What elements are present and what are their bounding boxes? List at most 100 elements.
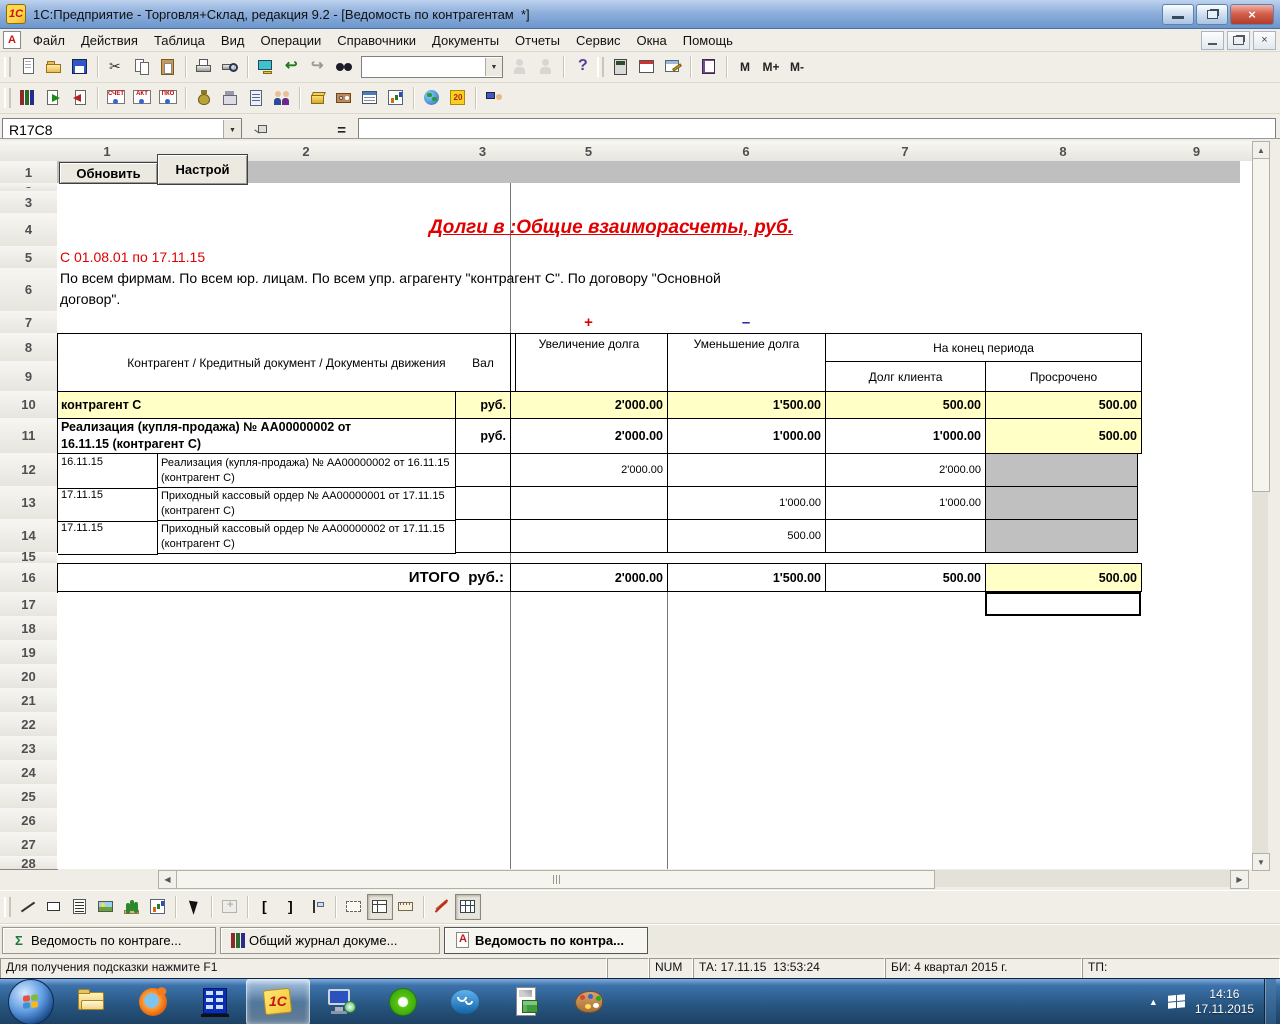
row-header-25[interactable]: 25 [0,784,58,809]
taskbar-calc[interactable] [496,980,558,1024]
row-header-22[interactable]: 22 [0,712,58,737]
monitor-button[interactable] [253,54,279,80]
doc-name-cell[interactable]: Реализация (купля-продажа) № АА00000002 … [58,419,456,454]
doc-increase-cell[interactable]: 2'000.00 [511,419,668,454]
show-grid-button[interactable] [455,894,481,920]
incoming-doc-button[interactable] [41,85,67,111]
table-section-button[interactable] [217,894,243,920]
total-label-cell[interactable]: ИТОГО руб.: [58,564,511,592]
dotted-grid-button[interactable] [341,894,367,920]
group-increase-cell[interactable]: 2'000.00 [511,392,668,419]
cut-button[interactable] [103,54,129,80]
toolbar-grip[interactable] [4,57,11,77]
row-header-13[interactable]: 13 [0,486,58,520]
redo-button[interactable] [305,54,331,80]
selected-cell[interactable] [985,592,1141,616]
window-tab-1[interactable]: Ведомость по контраге... [2,927,216,954]
cellref-dropdown-button[interactable]: ▼ [223,120,241,140]
movement-decrease-cell[interactable] [668,454,826,487]
row-header-20[interactable]: 20 [0,664,58,689]
memory-plus-button[interactable]: М+ [758,54,784,80]
plus-sign[interactable]: + [510,311,667,333]
row-header-4[interactable]: 4 [0,213,58,247]
outgoing-doc-button[interactable] [67,85,93,111]
header-decrease-cell[interactable]: Уменьшение долга [668,334,826,392]
taskbar-1c-active[interactable]: 1С [246,979,310,1024]
taskbar-remote-desktop[interactable] [310,980,372,1024]
col-header-8[interactable]: 8 [985,141,1142,162]
insert-chart-button[interactable] [145,894,171,920]
menu-view[interactable]: Вид [213,31,253,50]
invoice-button[interactable]: СЧЕТ [103,85,129,111]
row-header-23[interactable]: 23 [0,736,58,761]
find-prev-button[interactable] [533,54,559,80]
search-combobox[interactable]: ▼ [361,56,503,78]
report-title[interactable]: Долги в :Общие взаиморасчеты, руб. [429,217,793,239]
movement-doc-cell[interactable]: Приходный кассовый ордер № АА00000001 от… [158,487,456,521]
memory-minus-button[interactable]: М- [784,54,810,80]
taskbar-icq[interactable] [372,980,434,1024]
movement-currency-cell[interactable] [456,520,511,553]
scroll-up-button[interactable]: ▲ [1252,141,1270,159]
menu-reports[interactable]: Отчеты [507,31,568,50]
memory-button[interactable]: М [732,54,758,80]
movement-date-cell[interactable]: 17.11.15 [58,520,158,555]
total-decrease-cell[interactable]: 1'500.00 [668,564,826,592]
child-restore-button[interactable] [1227,31,1250,50]
taskbar-explorer[interactable] [60,980,122,1024]
row-header-1[interactable]: 1 [0,161,58,184]
minus-sign[interactable]: – [667,311,825,333]
bracket-open-button[interactable]: [ [253,894,279,920]
taskbar-clock[interactable]: 14:16 17.11.2015 [1195,987,1254,1017]
internet-button[interactable] [419,85,445,111]
child-close-button[interactable]: × [1253,31,1276,50]
scroll-down-button[interactable]: ▼ [1252,853,1270,871]
bracket-close-button[interactable]: ] [279,894,305,920]
report-filters-line2[interactable]: договор". [60,291,120,307]
show-desktop-button[interactable] [1264,979,1276,1024]
col-header-1[interactable]: 1 [57,141,158,162]
journals-button[interactable] [15,85,41,111]
new-document-button[interactable] [15,54,41,80]
row-header-24[interactable]: 24 [0,760,58,785]
calendar20-button[interactable]: 20 [445,85,471,111]
toolbar-grip[interactable] [597,57,604,77]
row-header-27[interactable]: 27 [0,832,58,857]
menu-windows[interactable]: Окна [629,31,675,50]
total-client-debt-cell[interactable]: 500.00 [826,564,986,592]
minimize-button[interactable] [1162,4,1194,25]
row-header-5[interactable]: 5 [0,246,58,269]
find-button[interactable] [331,54,357,80]
scroll-left-button[interactable]: ◀ [158,870,177,889]
find-next-button[interactable] [507,54,533,80]
row-header-18[interactable]: 18 [0,616,58,641]
taskbar-firefox[interactable] [122,980,184,1024]
money-button[interactable] [191,85,217,111]
scroll-right-button[interactable]: ▶ [1230,870,1249,889]
counterparties-button[interactable] [269,85,295,111]
row-header-12[interactable]: 12 [0,453,58,487]
corner-header[interactable] [0,141,58,162]
movement-decrease-cell[interactable]: 1'000.00 [668,487,826,520]
taskbar-archive[interactable] [184,980,246,1024]
refresh-button[interactable]: Обновить [59,162,158,184]
row-header-8[interactable]: 8 [0,333,58,362]
child-minimize-button[interactable] [1201,31,1224,50]
show-ruler-button[interactable] [393,894,419,920]
kkm-button[interactable] [331,85,357,111]
row-header-16[interactable]: 16 [0,563,58,593]
waybill-button[interactable] [243,85,269,111]
group-decrease-cell[interactable]: 1'500.00 [668,392,826,419]
total-overdue-cell[interactable]: 500.00 [986,564,1142,592]
movement-increase-cell[interactable] [511,487,668,520]
help-button[interactable] [569,54,595,80]
horizontal-scroll-thumb[interactable] [176,870,935,889]
group-name-cell[interactable]: контрагент С [58,392,456,419]
report-filters-line1[interactable]: По всем фирмам. По всем юр. лицам. По вс… [60,270,721,286]
header-increase-cell[interactable]: Увеличение долга [511,334,668,392]
row-header-21[interactable]: 21 [0,688,58,713]
movement-client-debt-cell[interactable]: 2'000.00 [826,454,986,487]
taskbar-paint[interactable] [558,980,620,1024]
workplace-button[interactable] [481,85,507,111]
row-header-26[interactable]: 26 [0,808,58,833]
